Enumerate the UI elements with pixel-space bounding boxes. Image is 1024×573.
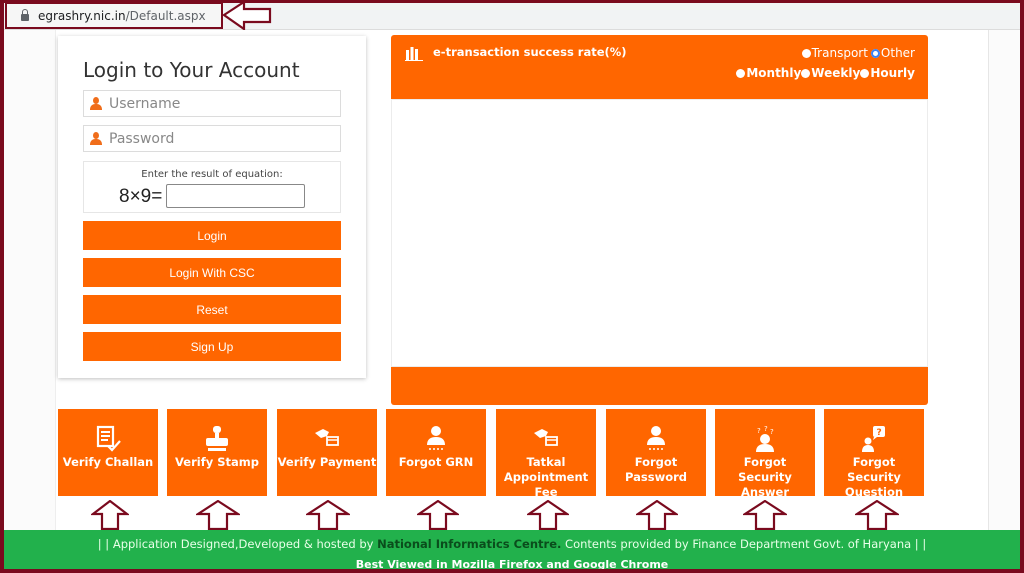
username-placeholder: Username	[109, 95, 181, 112]
svg-text:?: ?	[764, 425, 768, 433]
challan-check-icon	[96, 425, 121, 452]
radio-hourly-label[interactable]: Hourly	[870, 66, 915, 80]
signup-button[interactable]: Sign Up	[83, 332, 341, 361]
tile-label: Verify Stamp	[175, 455, 259, 469]
annotation-up-arrow-icon	[417, 500, 459, 530]
annotation-up-arrow-icon	[855, 500, 899, 530]
reset-button[interactable]: Reset	[83, 295, 341, 324]
svg-text:?: ?	[877, 428, 882, 438]
radio-other-label[interactable]: Other	[881, 46, 915, 60]
tile-forgot-password[interactable]: Forgot Password	[606, 409, 706, 496]
radio-weekly-label[interactable]: Weekly	[811, 66, 860, 80]
captcha-label: Enter the result of equation:	[141, 169, 283, 180]
captcha-box: Enter the result of equation: 8×9=	[83, 161, 341, 213]
radio-monthly-label[interactable]: Monthly	[746, 66, 801, 80]
stamp-icon	[206, 426, 228, 451]
chart-title: e-transaction success rate(%)	[433, 45, 627, 59]
site-footer: | | Application Designed,Developed & hos…	[4, 530, 1020, 569]
chart-panel-footer	[391, 367, 928, 405]
radio-transport-label[interactable]: Transport	[812, 46, 868, 60]
footer-prefix: | | Application Designed,Developed & hos…	[97, 537, 378, 551]
annotation-up-arrow-icon	[91, 500, 129, 530]
radio-monthly[interactable]	[736, 68, 746, 78]
user-icon	[90, 131, 102, 146]
password-placeholder: Password	[109, 130, 175, 147]
login-title: Login to Your Account	[83, 58, 300, 82]
url-path: /Default.aspx	[125, 8, 206, 23]
footer-nic-link[interactable]: National Informatics Centre.	[377, 537, 561, 551]
confused-user-icon: ? ? ?	[756, 425, 774, 452]
period-radio-group: Monthly Weekly Hourly	[736, 66, 915, 80]
user-icon	[90, 96, 102, 111]
captcha-equation: 8×9=	[119, 186, 163, 207]
svg-text:?: ?	[770, 428, 774, 436]
username-input[interactable]: Username	[83, 90, 341, 117]
tile-label: Forgot GRN	[398, 455, 474, 469]
login-card: Login to Your Account Username Password …	[58, 36, 366, 378]
annotation-up-arrow-icon	[527, 500, 569, 530]
login-button[interactable]: Login	[83, 221, 341, 250]
annotation-up-arrow-icon	[306, 500, 350, 530]
tile-label: Forgot Password	[625, 455, 687, 484]
footer-credits: | | Application Designed,Developed & hos…	[4, 537, 1020, 551]
card-payment-icon	[315, 429, 339, 446]
url-field[interactable]: egrashry.nic.in/Default.aspx	[5, 2, 223, 29]
radio-transport[interactable]	[801, 48, 811, 58]
radio-other[interactable]	[870, 48, 880, 58]
tile-label: Verify Challan	[62, 455, 154, 469]
annotation-left-arrow-icon	[222, 0, 272, 32]
user-password-icon	[647, 426, 665, 450]
category-radio-group: Transport Other	[801, 46, 915, 60]
footer-suffix: Contents provided by Finance Department …	[561, 537, 927, 551]
tile-forgot-security-answer[interactable]: ? ? ? Forgot Security Answer	[715, 409, 815, 499]
radio-hourly[interactable]	[860, 68, 870, 78]
login-csc-button[interactable]: Login With CSC	[83, 258, 341, 287]
footer-browser-note: Best Viewed in Mozilla Firefox and Googl…	[355, 558, 669, 569]
radio-weekly[interactable]	[801, 68, 811, 78]
tile-label: Tatkal Appointment Fee	[503, 455, 589, 499]
annotation-up-arrow-icon	[743, 500, 787, 530]
url-host: egrashry.nic.in	[38, 8, 126, 23]
tile-verify-payment[interactable]: Verify Payment	[277, 409, 377, 496]
tile-label: Verify Payment	[277, 455, 377, 469]
tile-verify-stamp[interactable]: Verify Stamp	[167, 409, 267, 496]
card-payment-icon	[534, 429, 558, 446]
svg-text:?: ?	[757, 427, 761, 435]
bar-chart-icon	[405, 47, 423, 61]
chart-area	[391, 99, 928, 367]
tile-forgot-grn[interactable]: Forgot GRN	[386, 409, 486, 496]
password-input[interactable]: Password	[83, 125, 341, 152]
annotation-up-arrow-icon	[636, 500, 678, 530]
chart-panel-header: e-transaction success rate(%) Transport …	[391, 35, 928, 99]
browser-address-bar: egrashry.nic.in/Default.aspx	[0, 0, 1024, 32]
tile-tatkal-appointment-fee[interactable]: Tatkal Appointment Fee	[496, 409, 596, 499]
annotation-up-arrow-icon	[196, 500, 240, 530]
tile-label: Forgot Security Answer	[738, 455, 792, 499]
page-margin-right	[988, 30, 1020, 530]
transaction-chart-panel: e-transaction success rate(%) Transport …	[391, 35, 928, 405]
captcha-answer-input[interactable]	[166, 184, 305, 208]
tile-verify-challan[interactable]: Verify Challan	[58, 409, 158, 496]
tile-label: Forgot Security Question	[844, 455, 904, 499]
user-password-icon	[427, 426, 445, 450]
page-margin-left	[4, 30, 56, 530]
tile-forgot-security-question[interactable]: ? Forgot Security Question	[824, 409, 924, 499]
user-question-icon: ?	[862, 426, 885, 452]
lock-icon	[21, 8, 29, 21]
